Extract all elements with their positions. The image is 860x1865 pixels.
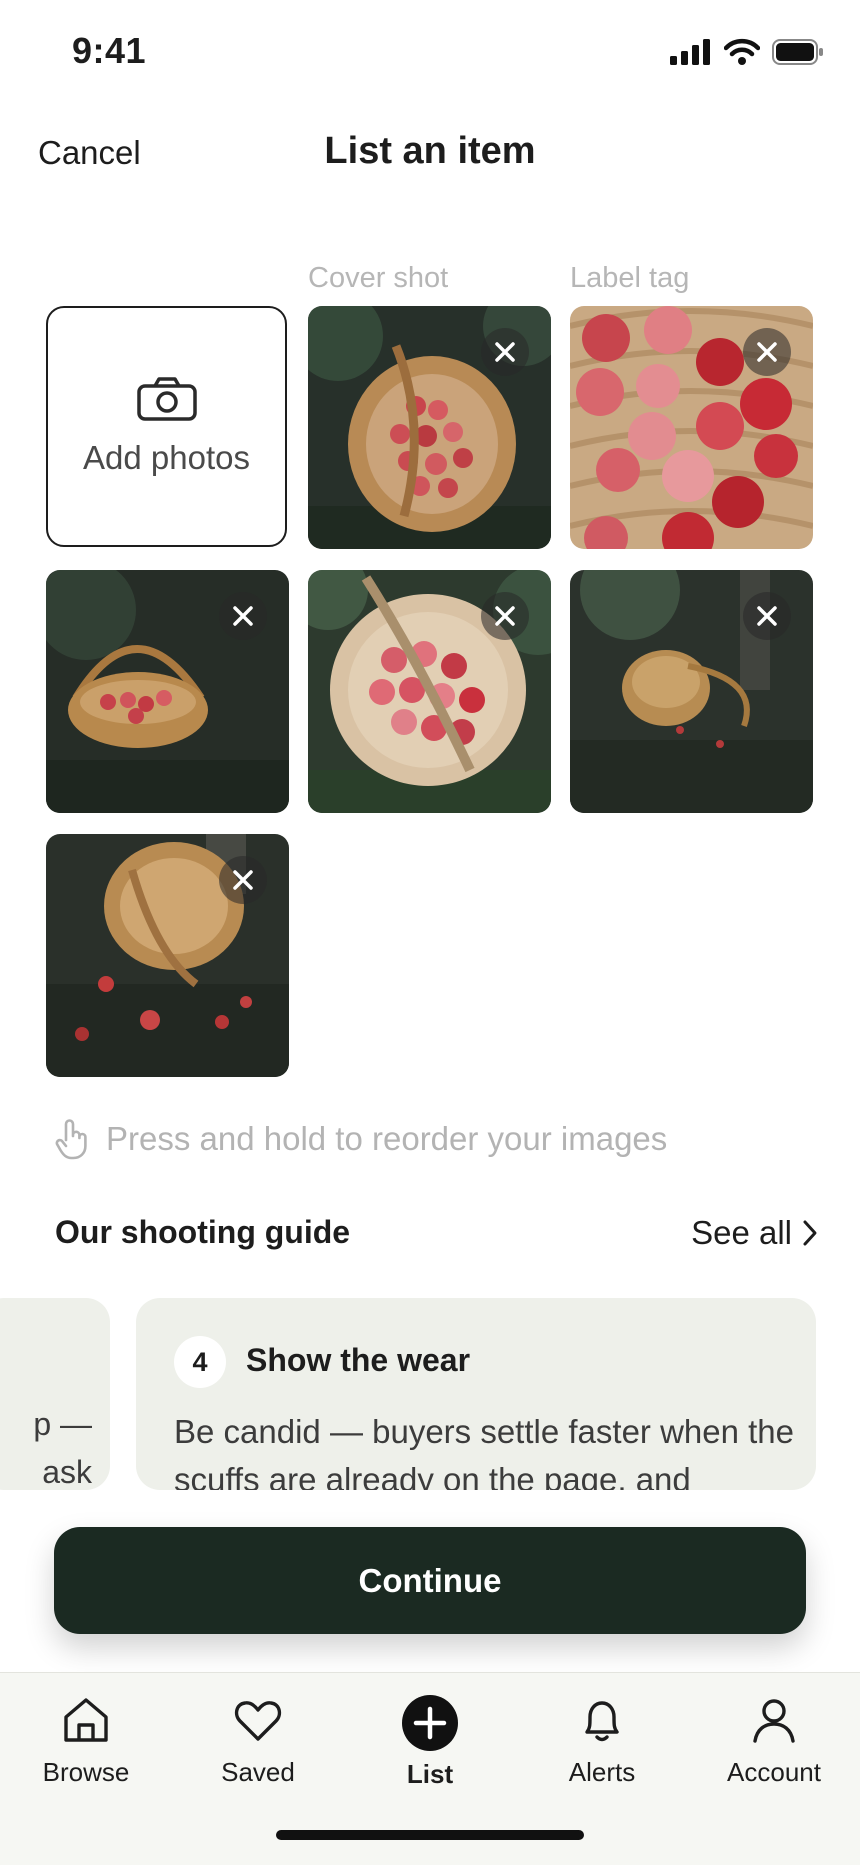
remove-photo-button[interactable]: [743, 592, 791, 640]
cover-shot-label: Cover shot: [308, 262, 449, 294]
bell-icon: [585, 1701, 619, 1742]
add-photos-label: Add photos: [83, 438, 250, 476]
battery-icon: [772, 39, 823, 65]
status-time: 9:41: [72, 30, 147, 71]
remove-photo-button[interactable]: [219, 856, 267, 904]
tab-browse[interactable]: Browse: [11, 1695, 161, 1788]
close-icon: [233, 870, 253, 890]
hand-pointer-icon: [55, 1119, 87, 1160]
status-icons: [670, 38, 824, 66]
tab-label: Browse: [42, 1757, 130, 1787]
remove-photo-button[interactable]: [481, 328, 529, 376]
tab-label: Alerts: [568, 1757, 636, 1787]
photo-thumbnail[interactable]: [46, 570, 289, 813]
photo-thumbnail[interactable]: [308, 570, 551, 813]
add-photos-button[interactable]: Add photos: [46, 306, 287, 547]
see-all-label: See all: [691, 1214, 792, 1251]
continue-button[interactable]: Continue: [54, 1527, 806, 1634]
camera-icon: [136, 376, 197, 421]
remove-photo-button[interactable]: [481, 592, 529, 640]
close-icon: [495, 606, 515, 626]
tab-saved[interactable]: Saved: [183, 1695, 333, 1788]
reorder-hint: Press and hold to reorder your images: [54, 1118, 667, 1160]
guide-card-body: Be candid — buyers settle faster when th…: [174, 1413, 795, 1490]
home-indicator: [276, 1830, 584, 1840]
close-icon: [757, 606, 777, 626]
guide-card-previous[interactable]: p — ask: [0, 1298, 110, 1490]
reorder-hint-text: Press and hold to reorder your images: [106, 1120, 668, 1157]
tab-account[interactable]: Account: [699, 1695, 849, 1788]
close-icon: [233, 606, 253, 626]
label-tag-label: Label tag: [570, 262, 690, 294]
close-icon: [757, 342, 777, 362]
home-icon: [64, 1698, 108, 1742]
section-title: Our shooting guide: [55, 1214, 351, 1250]
step-number-badge: 4: [174, 1336, 226, 1388]
photo-thumbnail[interactable]: [570, 570, 813, 813]
photo-thumbnail-cover[interactable]: [308, 306, 551, 549]
heart-icon: [234, 1701, 282, 1741]
guide-card-title: Show the wear: [246, 1342, 471, 1378]
see-all-link[interactable]: See all: [691, 1214, 818, 1252]
plus-circle-icon: [402, 1695, 458, 1751]
guide-card[interactable]: 4 Show the wear Be candid — buyers settl…: [136, 1298, 816, 1490]
tab-alerts[interactable]: Alerts: [527, 1695, 677, 1788]
close-icon: [495, 342, 515, 362]
photo-thumbnail[interactable]: [46, 834, 289, 1077]
chevron-right-icon: [803, 1220, 817, 1246]
guide-card-previous-text: p — ask: [33, 1406, 92, 1490]
photo-thumbnail-tag[interactable]: [570, 306, 813, 549]
tab-list[interactable]: List: [355, 1695, 505, 1790]
remove-photo-button[interactable]: [219, 592, 267, 640]
wifi-icon: [724, 38, 760, 65]
page-title: List an item: [324, 130, 536, 172]
tab-label: Account: [727, 1757, 821, 1787]
remove-photo-button[interactable]: [743, 328, 791, 376]
tab-label: Saved: [221, 1757, 295, 1787]
signal-icon: [670, 39, 710, 65]
tab-label: List: [406, 1759, 454, 1789]
person-icon: [753, 1699, 795, 1743]
